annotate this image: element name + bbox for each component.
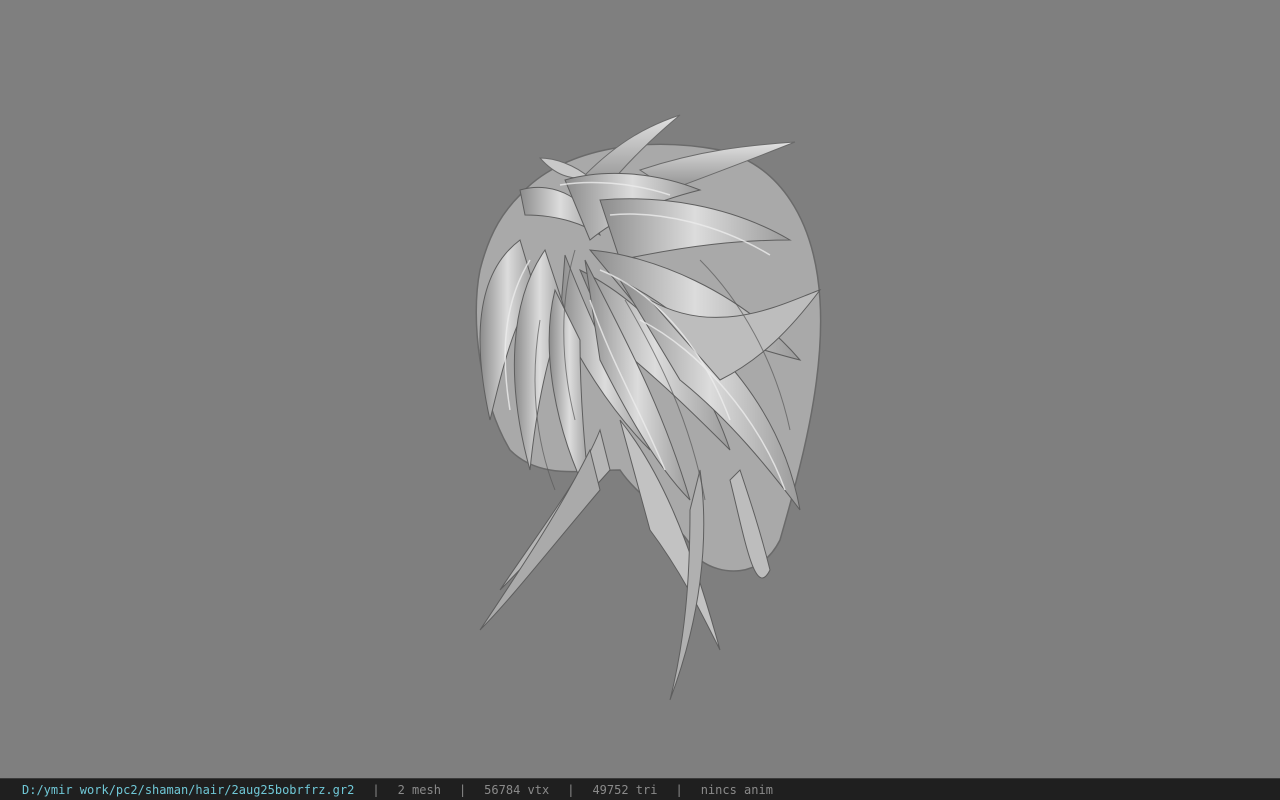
status-separator: |	[567, 782, 575, 797]
3d-viewport[interactable]	[0, 0, 1280, 778]
triangle-count: 49752 tri	[592, 782, 658, 797]
hair-strand-trail-2	[479, 448, 601, 631]
anim-status: nincs anim	[700, 782, 773, 797]
status-separator: |	[372, 782, 380, 797]
status-separator: |	[458, 782, 467, 797]
vertex-count: 56784 vtx	[484, 782, 550, 797]
file-path: D:/ymir work/pc2/shaman/hair/2aug25bobrf…	[22, 782, 355, 797]
status-bar: D:/ymir work/pc2/shaman/hair/2aug25bobrf…	[0, 778, 1280, 800]
mesh-count: 2 mesh	[397, 782, 441, 797]
hair-model-render	[475, 114, 822, 701]
status-separator: |	[675, 782, 683, 797]
